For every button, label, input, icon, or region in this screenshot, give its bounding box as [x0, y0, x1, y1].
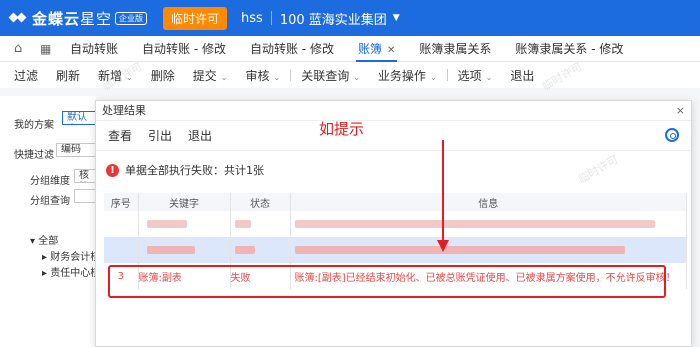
- filter-button[interactable]: 过滤: [14, 67, 38, 84]
- group-query-input[interactable]: [74, 189, 96, 203]
- dialog-title-bar[interactable]: 处理结果 ×: [96, 101, 691, 121]
- group-dimension-select[interactable]: 核算: [74, 169, 96, 183]
- group-query-label: 分组查询: [30, 196, 70, 207]
- trial-license-button[interactable]: 临时许可: [163, 6, 228, 30]
- annotation-arrow: [442, 140, 444, 242]
- tab-ledger-relation-edit[interactable]: 账簿隶属关系 - 修改: [503, 36, 635, 62]
- dialog-toolbar: 查看 引出 退出: [96, 121, 691, 151]
- toolbar-divider: [290, 69, 292, 81]
- export-button[interactable]: 引出: [148, 127, 172, 144]
- error-icon: !: [106, 163, 119, 177]
- chevron-down-icon: ⌄: [220, 72, 228, 82]
- tab-auto-transfer-edit-2[interactable]: 自动转账 - 修改: [238, 36, 346, 62]
- tab-bar: ⌂ ▦ 自动转账 自动转账 - 修改 自动转账 - 修改 账簿 ✕ 账簿隶属关系 …: [0, 36, 700, 62]
- tree-item-responsibility[interactable]: ▸ 责任中心核: [42, 264, 100, 279]
- column-header[interactable]: 信息: [290, 193, 687, 211]
- refresh-button[interactable]: 刷新: [56, 67, 80, 84]
- business-ops-button[interactable]: 业务操作 ⌄: [378, 67, 437, 84]
- logo-mark-icon: [8, 10, 27, 26]
- row-info-redacted: [290, 211, 687, 237]
- dialog-exit-button[interactable]: 退出: [188, 127, 212, 144]
- code-field-select[interactable]: 编码: [56, 143, 96, 157]
- tab-ledger-relation[interactable]: 账簿隶属关系: [407, 36, 503, 62]
- app-header: 金蝶云星空 企业版 临时许可 hss 100 蓝海实业集团 ▼: [0, 0, 700, 36]
- audit-label: 审核: [245, 68, 270, 83]
- options-button[interactable]: 选项 ⌄: [458, 67, 493, 84]
- filter-panel: 我的方案 默认方 快捷过滤 编码 分组维度 核算 分组查询 ▾ 全部 ▸ 财务会…: [0, 96, 100, 347]
- related-query-button[interactable]: 关联查询 ⌄: [301, 67, 360, 84]
- options-label: 选项: [457, 68, 482, 83]
- chevron-down-icon: ⌄: [273, 72, 281, 82]
- brand-name: 金蝶云星空: [32, 9, 113, 28]
- table-row[interactable]: [104, 237, 687, 263]
- result-dialog: 处理结果 × 查看 引出 退出 如提示 ! 单据全部执行失败：共计1张 临时许可…: [95, 100, 692, 347]
- dialog-title: 处理结果: [102, 104, 146, 117]
- edition-badge: 企业版: [115, 11, 148, 25]
- view-button[interactable]: 查看: [108, 127, 132, 144]
- settings-icon[interactable]: [665, 128, 679, 142]
- row-number: [104, 211, 139, 237]
- brand-logo[interactable]: 金蝶云星空 企业版: [8, 8, 148, 29]
- tab-ledger-label: 账簿: [357, 41, 382, 56]
- org-selector[interactable]: 100 蓝海实业集团: [280, 9, 387, 28]
- watermark: 临时许可: [575, 152, 621, 187]
- tree-item-finance[interactable]: ▸ 财务会计核: [42, 248, 100, 263]
- exit-button[interactable]: 退出: [510, 67, 534, 84]
- column-header[interactable]: 关键字: [138, 193, 231, 211]
- row-number: [104, 237, 139, 263]
- table-header: 序号 关键字 状态 信息: [104, 193, 687, 211]
- home-icon[interactable]: ⌂: [14, 41, 36, 56]
- annotation-hint: 如提示: [319, 120, 365, 138]
- close-icon[interactable]: ✕: [387, 45, 395, 56]
- header-divider: [270, 11, 272, 25]
- tab-auto-transfer[interactable]: 自动转账: [58, 36, 130, 62]
- tree-item-responsibility-label: 责任中心核: [50, 268, 101, 279]
- row-status-redacted: [230, 211, 291, 237]
- chevron-down-icon: ⌄: [429, 72, 437, 82]
- tree-item-finance-label: 财务会计核: [50, 252, 101, 263]
- apps-grid-icon[interactable]: ▦: [40, 42, 58, 56]
- chevron-down-icon[interactable]: ▼: [393, 13, 400, 23]
- row-key-redacted: [138, 237, 231, 263]
- annotation-arrow-head: [437, 240, 449, 252]
- quick-filter-label: 快捷过滤: [14, 150, 54, 161]
- annotation-highlight-box: [108, 265, 666, 298]
- error-summary: ! 单据全部执行失败：共计1张: [106, 162, 264, 178]
- close-icon[interactable]: ×: [676, 101, 685, 121]
- submit-button[interactable]: 提交 ⌄: [193, 67, 228, 84]
- related-query-label: 关联查询: [301, 68, 350, 83]
- user-name[interactable]: hss: [241, 11, 263, 26]
- column-header[interactable]: 状态: [230, 193, 291, 211]
- column-header[interactable]: 序号: [104, 193, 139, 211]
- business-ops-label: 业务操作: [377, 68, 426, 83]
- tab-ledger[interactable]: 账簿 ✕: [346, 36, 407, 62]
- row-status-redacted: [230, 237, 291, 263]
- my-scheme-label: 我的方案: [14, 120, 54, 131]
- submit-label: 提交: [192, 68, 217, 83]
- table-row[interactable]: [104, 211, 687, 237]
- default-scheme-button[interactable]: 默认方: [62, 111, 96, 125]
- row-info-redacted: [290, 237, 687, 263]
- chevron-down-icon: ⌄: [353, 72, 360, 82]
- row-key-redacted: [138, 211, 231, 237]
- tab-auto-transfer-edit-1[interactable]: 自动转账 - 修改: [130, 36, 238, 62]
- group-dimension-label: 分组维度: [30, 176, 70, 187]
- delete-button[interactable]: 删除: [151, 67, 175, 84]
- tree-root[interactable]: ▾ 全部: [30, 232, 58, 247]
- toolbar-divider: [446, 69, 448, 81]
- tree-root-label: 全部: [38, 236, 59, 247]
- error-summary-text: 单据全部执行失败：共计1张: [125, 164, 264, 177]
- audit-button[interactable]: 审核 ⌄: [245, 67, 280, 84]
- chevron-down-icon: ⌄: [485, 72, 493, 82]
